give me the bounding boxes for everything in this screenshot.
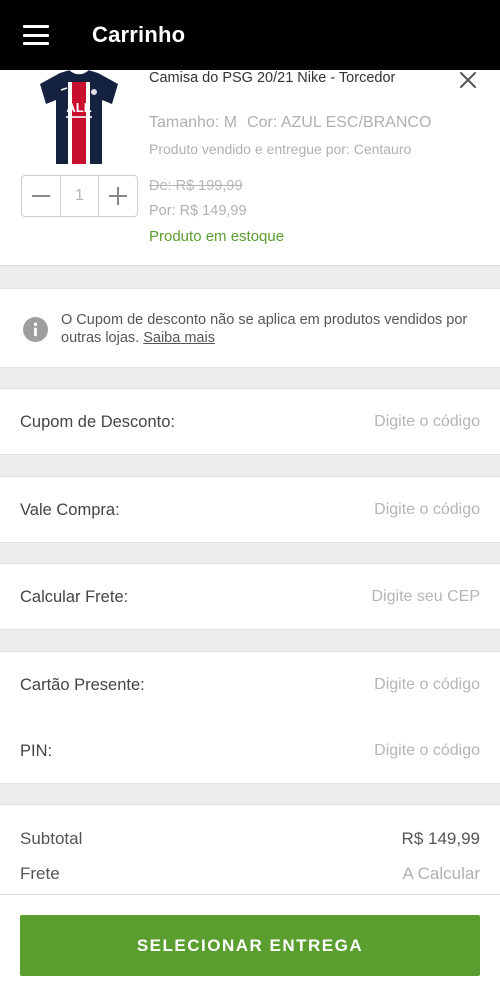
product-size: Tamanho: M: [149, 114, 238, 131]
plus-icon: [108, 187, 127, 205]
coupon-label: Cupom de Desconto:: [20, 413, 176, 431]
vale-compra-input[interactable]: [280, 495, 480, 525]
coupon-section: Cupom de Desconto:: [0, 388, 500, 455]
vale-compra-section: Vale Compra:: [0, 476, 500, 543]
coupon-notice-message: O Cupom de desconto não se aplica em pro…: [61, 312, 468, 346]
hamburger-line: [23, 25, 49, 28]
summary-divider: [0, 894, 500, 895]
subtotal-value: R$ 149,99: [401, 829, 480, 848]
shipping-section: Calcular Frete:: [0, 563, 500, 630]
hamburger-menu-icon[interactable]: [23, 25, 49, 45]
select-delivery-button[interactable]: SELECIONAR ENTREGA: [20, 915, 480, 976]
order-summary: Subtotal R$ 149,99 Frete A Calcular SELE…: [0, 804, 500, 996]
gift-card-label: Cartão Presente:: [20, 676, 145, 694]
product-variant: Tamanho: M Cor: AZUL ESC/BRANCO: [149, 114, 431, 132]
coupon-notice: O Cupom de desconto não se aplica em pro…: [0, 288, 500, 368]
page-title: Carrinho: [92, 22, 186, 47]
product-color: Cor: AZUL ESC/BRANCO: [247, 114, 432, 131]
subtotal-label: Subtotal: [20, 829, 83, 848]
cart-item: ALL Camisa do PSG 20/21 Nike - Torcedor …: [0, 69, 500, 266]
shipping-cost-label: Frete: [20, 864, 60, 883]
sale-price: Por: R$ 149,99: [149, 203, 247, 219]
product-name[interactable]: Camisa do PSG 20/21 Nike - Torcedor: [149, 70, 395, 86]
coupon-notice-text: O Cupom de desconto não se aplica em pro…: [61, 311, 481, 347]
quantity-stepper: 1: [21, 175, 138, 217]
decrease-quantity-button[interactable]: [22, 176, 60, 216]
vale-compra-label: Vale Compra:: [20, 501, 120, 519]
original-price: De: R$ 199,99: [149, 178, 243, 194]
info-icon: [23, 317, 48, 342]
gift-card-section: Cartão Presente: PIN:: [0, 651, 500, 784]
app-bar: Carrinho: [0, 0, 500, 70]
learn-more-link[interactable]: Saiba mais: [143, 330, 215, 346]
pin-label: PIN:: [20, 742, 53, 760]
stock-status: Produto em estoque: [149, 228, 285, 245]
product-seller: Produto vendido e entregue por: Centauro: [149, 141, 412, 157]
cep-input[interactable]: [280, 582, 480, 612]
minus-icon: [32, 195, 51, 197]
jersey-image: ALL: [40, 69, 118, 164]
close-icon[interactable]: [458, 70, 478, 90]
shipping-label: Calcular Frete:: [20, 588, 129, 606]
hamburger-line: [23, 33, 49, 37]
quantity-value: 1: [60, 176, 99, 216]
gift-card-input[interactable]: [280, 670, 480, 700]
svg-text:ALL: ALL: [66, 100, 91, 115]
hamburger-line: [23, 42, 49, 45]
increase-quantity-button[interactable]: [99, 176, 137, 216]
product-image[interactable]: ALL: [30, 69, 128, 166]
shipping-cost-value: A Calcular: [402, 864, 480, 883]
pin-input[interactable]: [280, 736, 480, 766]
coupon-input[interactable]: [280, 407, 480, 437]
